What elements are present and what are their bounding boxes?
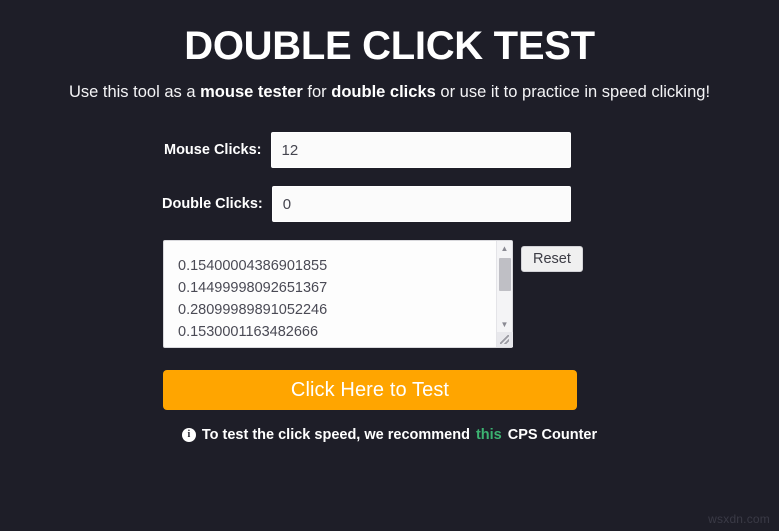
double-clicks-label: Double Clicks: <box>162 196 263 212</box>
interval-log-textarea[interactable]: 0.15400004386901855 0.14499998092651367 … <box>163 240 513 348</box>
scroll-down-icon[interactable]: ▼ <box>497 317 513 332</box>
double-click-test-page: DOUBLE CLICK TEST Use this tool as a mou… <box>0 0 779 531</box>
resize-handle-icon[interactable] <box>496 332 513 347</box>
subtitle-part-1: Use this tool as a <box>68 83 201 101</box>
subtitle-bold-double-clicks: double clicks <box>331 83 436 101</box>
test-form: Mouse Clicks: Double Clicks: 0.154000043… <box>0 132 779 410</box>
subtitle-part-3: or use it to practice in speed clicking! <box>435 83 711 101</box>
double-clicks-row: Double Clicks: <box>0 186 779 222</box>
page-subtitle: Use this tool as a mouse tester for doub… <box>65 79 715 106</box>
footnote-text-before: To test the click speed, we recommend <box>201 427 470 443</box>
mouse-clicks-label: Mouse Clicks: <box>164 142 262 158</box>
subtitle-bold-mouse-tester: mouse tester <box>200 83 303 101</box>
interval-log-wrapper: 0.15400004386901855 0.14499998092651367 … <box>163 240 513 348</box>
interval-log-row: 0.15400004386901855 0.14499998092651367 … <box>0 240 779 348</box>
cps-counter-link[interactable]: this <box>476 427 502 443</box>
mouse-clicks-row: Mouse Clicks: <box>0 132 779 168</box>
footnote-text-after: CPS Counter <box>507 427 598 443</box>
primary-action-wrapper: Click Here to Test <box>0 370 779 410</box>
footnote: i To test the click speed, we recommend … <box>0 427 779 443</box>
scrollbar-thumb[interactable] <box>498 258 511 291</box>
subtitle-part-2: for <box>302 83 332 101</box>
scroll-up-icon[interactable]: ▲ <box>497 241 513 256</box>
mouse-clicks-input[interactable] <box>270 132 571 168</box>
click-here-to-test-button[interactable]: Click Here to Test <box>163 370 577 410</box>
info-circle-icon: i <box>181 428 196 442</box>
page-title: DOUBLE CLICK TEST <box>184 24 595 68</box>
log-scrollbar[interactable]: ▲ ▼ <box>496 241 513 347</box>
watermark: wsxdn.com <box>708 512 770 526</box>
scrollbar-track[interactable] <box>497 256 513 317</box>
reset-button[interactable]: Reset <box>521 246 583 272</box>
double-clicks-input[interactable] <box>271 186 571 222</box>
